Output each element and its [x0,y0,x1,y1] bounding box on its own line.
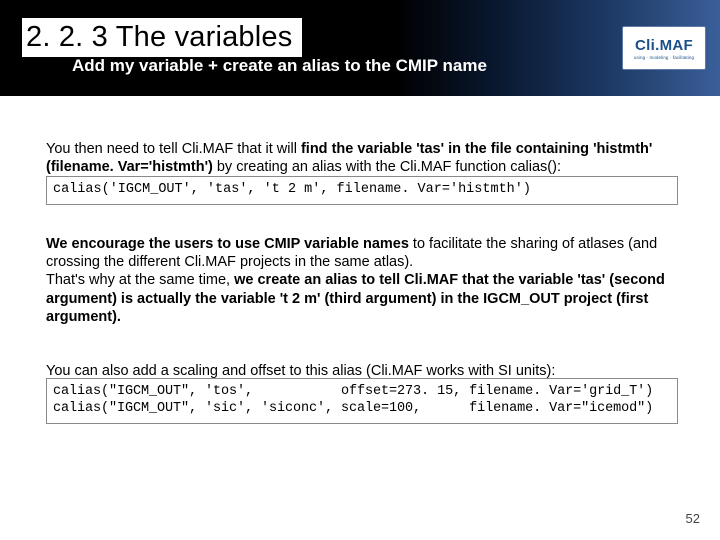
text-run-bold: We encourage the users to use CMIP varia… [46,236,409,252]
slide-header: 2. 2. 3 The variables Add my variable + … [0,0,720,96]
text-run: by creating an alias with the Cli.MAF fu… [213,159,561,175]
section-title: 2. 2. 3 The variables [26,21,292,53]
text-run: That's why at the same time, [46,272,234,288]
logo-text: Cli.MAF [635,37,693,54]
section-title-box: 2. 2. 3 The variables [22,18,302,57]
section-subtitle: Add my variable + create an alias to the… [72,56,487,76]
code-block-calias-scaling: calias("IGCM_OUT", 'tos', offset=273. 15… [46,378,678,424]
paragraph-intro: You then need to tell Cli.MAF that it wi… [46,140,678,176]
code-block-calias-tas: calias('IGCM_OUT', 'tas', 't 2 m', filen… [46,176,678,205]
logo-tagline: using · modeling · facilitating [634,55,694,60]
text-run: You then need to tell Cli.MAF that it wi… [46,141,301,157]
page-number: 52 [686,511,700,526]
slide-body: You then need to tell Cli.MAF that it wi… [46,140,678,432]
climaf-logo: Cli.MAF using · modeling · facilitating [622,26,706,70]
paragraph-encourage: We encourage the users to use CMIP varia… [46,235,678,326]
